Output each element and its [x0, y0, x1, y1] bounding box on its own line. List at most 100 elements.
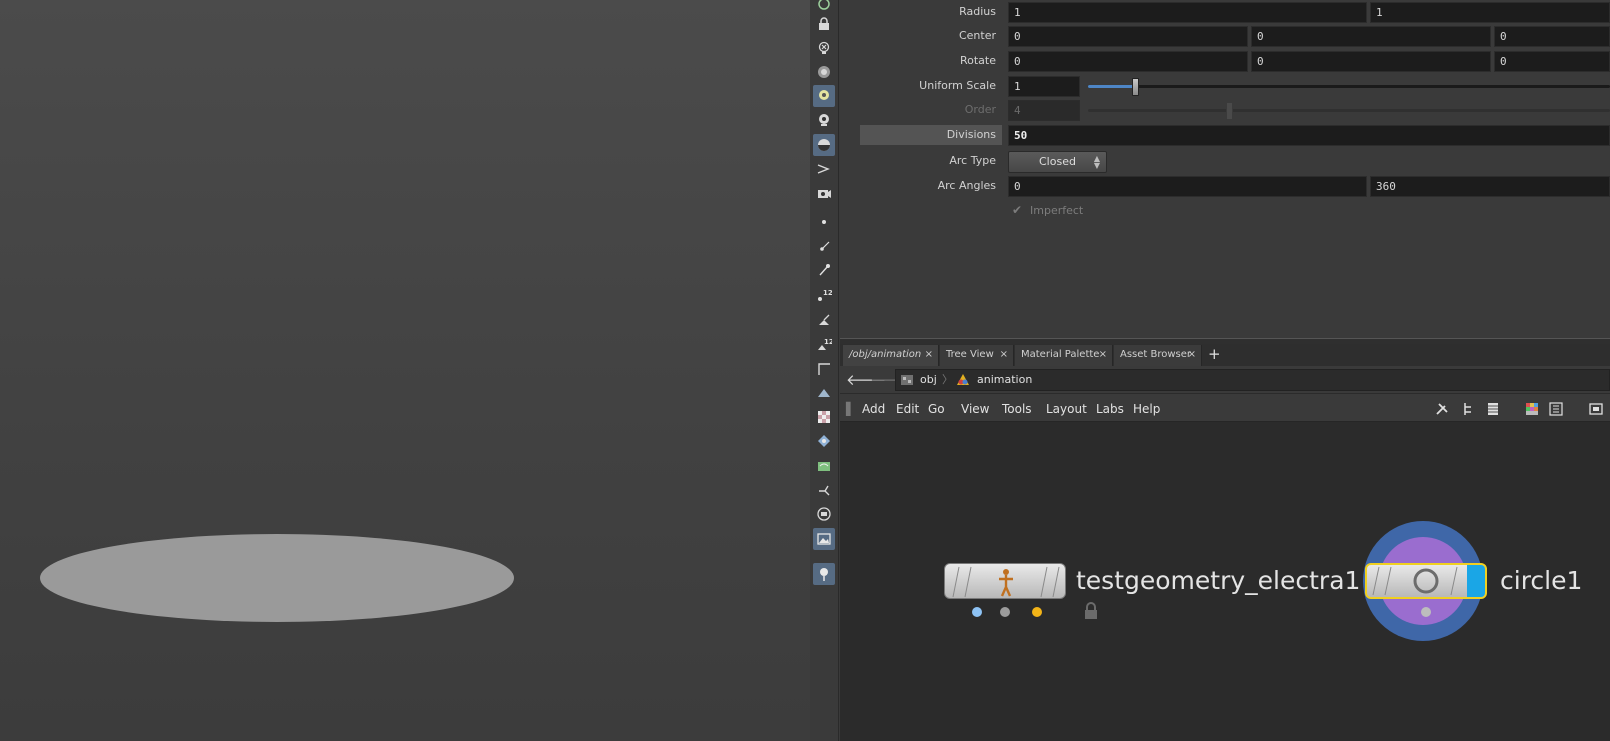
- point-display-icon[interactable]: [813, 211, 835, 233]
- param-arc-type: Arc Type Closed ▲ ▼: [840, 151, 1610, 173]
- param-label: Arc Angles: [937, 179, 996, 192]
- divisions-field[interactable]: 50: [1008, 125, 1610, 146]
- tab-label: Material Palette: [1021, 349, 1100, 360]
- pane-tabs: /obj/animation × Tree View × Material Pa…: [840, 344, 1610, 366]
- menu-add[interactable]: Add: [862, 396, 885, 422]
- imperfect-checkbox: ✔: [1012, 203, 1023, 217]
- param-label: Divisions: [860, 125, 1002, 145]
- menu-view[interactable]: View: [961, 396, 989, 422]
- input-connector-dot[interactable]: [972, 607, 982, 617]
- center-y-field[interactable]: 0: [1251, 26, 1491, 47]
- tab-label: Asset Browser: [1120, 349, 1192, 360]
- lighting-icon[interactable]: [813, 109, 835, 131]
- param-label: Arc Type: [949, 154, 996, 167]
- close-icon[interactable]: ×: [1099, 345, 1107, 365]
- display-options-icon[interactable]: [1588, 401, 1604, 417]
- light-off-icon[interactable]: [813, 37, 835, 59]
- close-icon[interactable]: ×: [1000, 345, 1008, 365]
- tab-tree-view[interactable]: Tree View ×: [940, 345, 1014, 366]
- camera-icon[interactable]: [813, 182, 835, 204]
- svg-text:12: 12: [823, 289, 832, 297]
- radius-x-field[interactable]: 1: [1008, 2, 1367, 23]
- geometry-object-icon: [957, 374, 969, 385]
- lock-icon[interactable]: [813, 13, 835, 35]
- rotate-z-field[interactable]: 0: [1494, 51, 1610, 72]
- uv-display-icon[interactable]: [813, 382, 835, 404]
- menu-labs[interactable]: Labs: [1096, 396, 1124, 422]
- menu-layout[interactable]: Layout: [1046, 396, 1087, 422]
- order-slider-track: [1088, 109, 1610, 112]
- arc-angle-end-field[interactable]: 360: [1370, 176, 1610, 197]
- display-options-icon[interactable]: [813, 61, 835, 83]
- menu-go[interactable]: Go: [928, 396, 945, 422]
- list-view-icon[interactable]: [1485, 401, 1501, 417]
- primitive-numbers-icon[interactable]: 12: [813, 333, 835, 355]
- rotate-x-field[interactable]: 0: [1008, 51, 1248, 72]
- node-circle1[interactable]: [1365, 563, 1487, 599]
- lock-icon: [1085, 602, 1097, 619]
- background-image-icon[interactable]: [813, 528, 835, 550]
- path-bar: 🡐 🡒 obj 〉 animation: [840, 366, 1610, 394]
- tab-obj-animation[interactable]: /obj/animation ×: [843, 345, 939, 366]
- arc-angle-start-field[interactable]: 0: [1008, 176, 1367, 197]
- point-trails-icon[interactable]: [813, 259, 835, 281]
- menu-edit[interactable]: Edit: [896, 396, 919, 422]
- param-label: Rotate: [959, 54, 996, 67]
- network-editor[interactable]: testgeometry_electra1 circle1: [840, 422, 1610, 741]
- radius-y-field[interactable]: 1: [1370, 2, 1610, 23]
- center-x-field[interactable]: 0: [1008, 26, 1248, 47]
- primitive-normals-icon[interactable]: [813, 309, 835, 331]
- hull-icon[interactable]: [813, 358, 835, 380]
- close-icon[interactable]: ×: [925, 345, 933, 365]
- tab-label: /obj/animation: [849, 349, 922, 360]
- breadcrumb-obj[interactable]: obj: [920, 370, 937, 390]
- display-flag[interactable]: [1467, 565, 1485, 597]
- scene-viewport[interactable]: [0, 0, 810, 741]
- input-connector-dot[interactable]: [1000, 607, 1010, 617]
- menu-help[interactable]: Help: [1133, 396, 1160, 422]
- add-tab-icon[interactable]: +: [1208, 344, 1221, 365]
- checker-texture-icon[interactable]: [813, 406, 835, 428]
- uniform-scale-slider-track[interactable]: [1088, 85, 1610, 88]
- uniform-scale-slider-handle[interactable]: [1132, 78, 1139, 96]
- param-label: Uniform Scale: [919, 79, 996, 92]
- texture-uv-icon[interactable]: [813, 455, 835, 477]
- uniform-scale-field[interactable]: 1: [1008, 76, 1080, 97]
- transform-handle-icon[interactable]: [813, 479, 835, 501]
- wrench-tools-icon[interactable]: [1434, 401, 1450, 417]
- menu-tools[interactable]: Tools: [1002, 396, 1032, 422]
- param-uniform-scale: Uniform Scale 1: [840, 76, 1610, 98]
- param-imperfect: ✔ Imperfect: [840, 200, 1610, 222]
- shape-palette-icon[interactable]: [1548, 401, 1564, 417]
- arc-type-dropdown[interactable]: Closed ▲ ▼: [1008, 151, 1107, 173]
- param-center: Center 0 0 0: [840, 26, 1610, 48]
- tab-asset-browser[interactable]: Asset Browser ×: [1114, 345, 1202, 366]
- node-testgeometry-electra1[interactable]: [944, 563, 1066, 599]
- param-rotate: Rotate 0 0 0: [840, 51, 1610, 73]
- shading-mode-icon[interactable]: [813, 134, 835, 156]
- headlight-icon[interactable]: [813, 85, 835, 107]
- rotate-y-field[interactable]: 0: [1251, 51, 1491, 72]
- svg-text:12: 12: [824, 338, 832, 346]
- breadcrumb-animation[interactable]: animation: [977, 370, 1032, 390]
- point-normals-icon[interactable]: [813, 235, 835, 257]
- param-order: Order 4: [840, 100, 1610, 122]
- input-connector-dot[interactable]: [1032, 607, 1042, 617]
- template-geometry-icon[interactable]: [813, 430, 835, 452]
- node-label: circle1: [1500, 566, 1583, 595]
- tab-material-palette[interactable]: Material Palette ×: [1015, 345, 1113, 366]
- tree-layout-icon[interactable]: [1461, 401, 1477, 417]
- camera-view-icon[interactable]: [813, 158, 835, 180]
- color-palette-icon[interactable]: [1524, 401, 1540, 417]
- pin-viewport-icon[interactable]: [813, 563, 835, 585]
- close-icon[interactable]: ×: [1188, 345, 1196, 365]
- point-numbers-icon[interactable]: 12: [813, 284, 835, 306]
- circle-geometry: [40, 534, 514, 622]
- param-radius: Radius 1 1: [840, 2, 1610, 24]
- output-connector-dot[interactable]: [1421, 607, 1431, 617]
- background-icon[interactable]: [813, 503, 835, 525]
- node-label: testgeometry_electra1: [1076, 566, 1361, 595]
- center-z-field[interactable]: 0: [1494, 26, 1610, 47]
- uniform-scale-slider-fill: [1088, 85, 1135, 88]
- parameter-editor: Radius 1 1 Center 0 0 0 Rotate 0 0 0 Uni…: [840, 0, 1610, 340]
